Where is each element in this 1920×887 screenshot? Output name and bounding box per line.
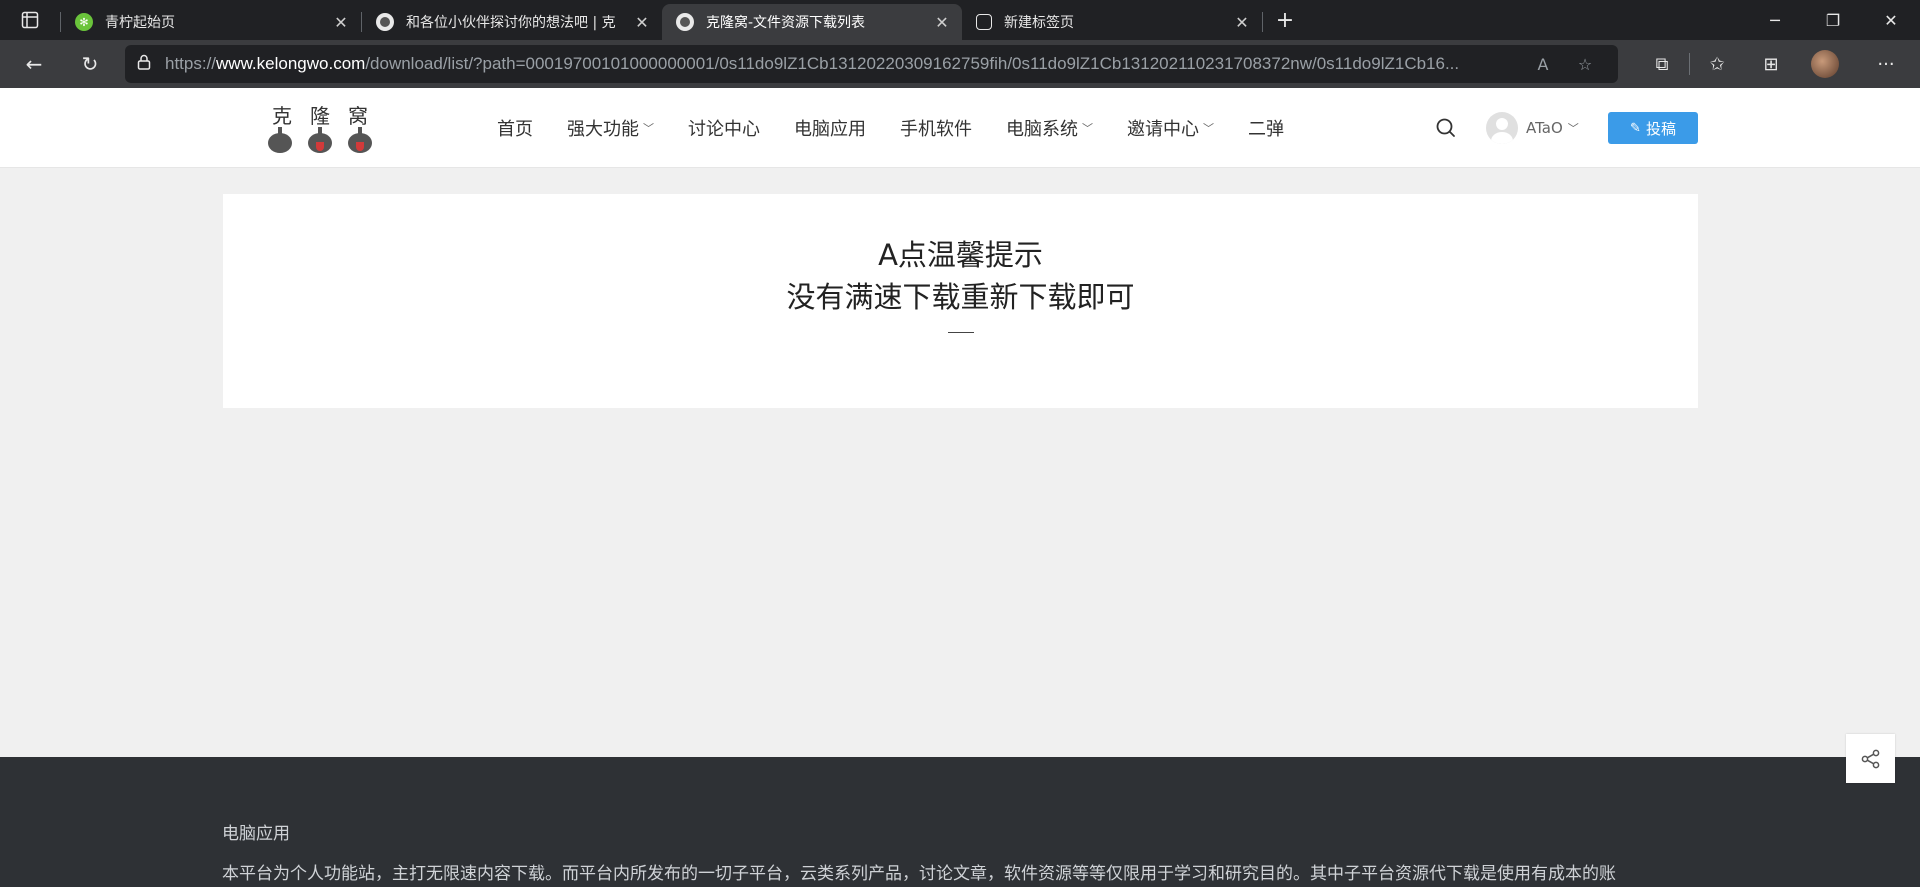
- address-bar[interactable]: https://www.kelongwo.com/download/list/?…: [125, 45, 1618, 83]
- close-icon: ✕: [1884, 10, 1898, 30]
- close-tab-icon[interactable]: ✕: [331, 13, 351, 32]
- footer-heading: 电脑应用: [222, 824, 290, 844]
- browser-tab-discussion[interactable]: 和各位小伙伴探讨你的想法吧 | 克 ✕: [362, 4, 662, 40]
- close-tab-icon[interactable]: ✕: [632, 13, 652, 32]
- tab-actions-icon: [21, 11, 39, 29]
- browser-tab-download-list[interactable]: 克隆窝-文件资源下载列表 ✕: [662, 4, 962, 40]
- reload-button[interactable]: ↻: [62, 40, 118, 88]
- nav-label: 邀请中心: [1127, 119, 1199, 140]
- puzzle-icon: ⧉: [1655, 53, 1669, 75]
- browser-tab-strip: ✻ 青柠起始页 ✕ 和各位小伙伴探讨你的想法吧 | 克 ✕ 克隆窝-文件资源下载…: [0, 0, 1920, 40]
- back-button[interactable]: ←: [6, 40, 62, 88]
- new-tab-page-icon: [976, 14, 992, 30]
- nav-label: 手机软件: [900, 119, 972, 140]
- user-menu[interactable]: ATaO ﹀: [1486, 112, 1579, 144]
- username: ATaO: [1526, 119, 1563, 137]
- lime-favicon-icon: ✻: [75, 13, 93, 31]
- main-nav: 首页 强大功能 ﹀ 讨论中心 电脑应用 手机软件 电脑系统 ﹀ 邀请中心 ﹀ 二弹: [480, 88, 1301, 168]
- share-button[interactable]: [1846, 734, 1895, 783]
- nav-label: 电脑系统: [1006, 119, 1078, 140]
- footer-disclaimer: 本平台为个人功能站，主打无限速内容下载。而平台内所发布的一切子平台，云类系列产品…: [222, 864, 1616, 884]
- nav-label: 二弹: [1248, 119, 1284, 140]
- notice-title: A点温馨提示: [878, 238, 1043, 272]
- nav-item-mobile-apps[interactable]: 手机软件: [883, 115, 989, 141]
- new-tab-button[interactable]: +: [1263, 0, 1307, 40]
- tab-title: 新建标签页: [1004, 15, 1074, 31]
- browser-tab-qingning[interactable]: ✻ 青柠起始页 ✕: [61, 4, 361, 40]
- browser-toolbar: ← ↻ https://www.kelongwo.com/download/li…: [0, 40, 1920, 88]
- post-button-label: 投稿: [1645, 119, 1676, 138]
- url-path: /download/list/?path=0001970010100000000…: [365, 54, 1460, 73]
- window-controls: ─ ❐ ✕: [1746, 0, 1920, 40]
- url-scheme: https://: [165, 54, 217, 73]
- logo-char: 隆: [310, 104, 330, 128]
- chevron-down-icon: ﹀: [643, 122, 654, 135]
- read-aloud-icon[interactable]: A: [1522, 55, 1564, 74]
- edit-icon: ✎: [1630, 120, 1641, 136]
- close-tab-icon[interactable]: ✕: [932, 13, 952, 32]
- url-text: https://www.kelongwo.com/download/list/?…: [165, 54, 1522, 74]
- profile-avatar-icon: [1811, 50, 1839, 78]
- profile-button[interactable]: [1798, 40, 1852, 88]
- collections-button[interactable]: ⊞: [1744, 40, 1798, 88]
- kelongwo-favicon-icon: [376, 13, 394, 31]
- favorites-star-icon: ✩: [1709, 53, 1725, 75]
- notice-card: A点温馨提示 没有满速下载重新下载即可: [223, 194, 1698, 408]
- reload-icon: ↻: [81, 52, 99, 76]
- nav-label: 强大功能: [567, 119, 639, 140]
- nav-item-pc-apps[interactable]: 电脑应用: [777, 115, 883, 141]
- site-header: 克 隆 窝 首页 强大功能 ﹀ 讨论中心 电脑应用 手机软件 电脑系统 ﹀ 邀请中心…: [0, 88, 1920, 168]
- plus-icon: +: [1275, 7, 1295, 33]
- nav-item-pc-systems[interactable]: 电脑系统 ﹀: [989, 115, 1110, 141]
- nav-label: 讨论中心: [688, 119, 760, 140]
- bomb-mascot-icon: [268, 127, 292, 153]
- close-tab-icon[interactable]: ✕: [1232, 13, 1252, 32]
- post-button[interactable]: ✎ 投稿: [1608, 112, 1698, 144]
- browser-tab-new-tab[interactable]: 新建标签页 ✕: [962, 4, 1262, 40]
- toolbar-right: ⧉ ✩ ⊞ ···: [1635, 40, 1920, 88]
- tab-title: 克隆窝-文件资源下载列表: [706, 15, 866, 31]
- search-icon[interactable]: [1434, 116, 1458, 140]
- more-dots-icon: ···: [1877, 53, 1895, 75]
- favorites-button[interactable]: ✩: [1690, 40, 1744, 88]
- collections-icon: ⊞: [1763, 53, 1779, 75]
- extensions-button[interactable]: ⧉: [1635, 40, 1689, 88]
- site-footer: 电脑应用 本平台为个人功能站，主打无限速内容下载。而平台内所发布的一切子平台，云…: [0, 757, 1920, 887]
- chevron-down-icon: ﹀: [1082, 122, 1093, 135]
- chevron-down-icon: ﹀: [1567, 122, 1579, 135]
- add-favorite-icon[interactable]: ☆: [1564, 55, 1606, 74]
- kelongwo-favicon-icon: [676, 13, 694, 31]
- nav-item-invite[interactable]: 邀请中心 ﹀: [1110, 115, 1231, 141]
- minimize-icon: ─: [1770, 10, 1780, 30]
- nav-item-erdan[interactable]: 二弹: [1231, 115, 1301, 141]
- tab-title: 青柠起始页: [105, 15, 175, 31]
- nav-item-features[interactable]: 强大功能 ﹀: [550, 115, 671, 141]
- minimize-button[interactable]: ─: [1746, 0, 1804, 40]
- restore-button[interactable]: ❐: [1804, 0, 1862, 40]
- bomb-mascot-icon: [348, 127, 372, 153]
- tab-actions-button[interactable]: [0, 0, 60, 40]
- notice-divider: [948, 332, 974, 333]
- chevron-down-icon: ﹀: [1203, 122, 1214, 135]
- site-logo[interactable]: 克 隆 窝: [268, 100, 372, 156]
- logo-char: 窝: [348, 104, 368, 128]
- url-host: www.kelongwo.com: [216, 54, 366, 73]
- close-window-button[interactable]: ✕: [1862, 0, 1920, 40]
- restore-icon: ❐: [1825, 10, 1841, 30]
- tab-title: 和各位小伙伴探讨你的想法吧 | 克: [406, 15, 616, 31]
- nav-item-home[interactable]: 首页: [480, 115, 550, 141]
- user-avatar-icon: [1486, 112, 1518, 144]
- bomb-mascot-icon: [308, 127, 332, 153]
- logo-mascots: [268, 127, 372, 153]
- nav-label: 首页: [497, 119, 533, 140]
- nav-item-discussion[interactable]: 讨论中心: [671, 115, 777, 141]
- notice-subtitle: 没有满速下载重新下载即可: [786, 280, 1135, 314]
- arrow-left-icon: ←: [25, 52, 43, 76]
- nav-label: 电脑应用: [794, 119, 866, 140]
- logo-text: 克 隆 窝: [268, 100, 372, 129]
- logo-char: 克: [272, 104, 292, 128]
- share-icon: [1861, 749, 1879, 768]
- lock-icon: [137, 54, 165, 74]
- settings-more-button[interactable]: ···: [1852, 40, 1920, 88]
